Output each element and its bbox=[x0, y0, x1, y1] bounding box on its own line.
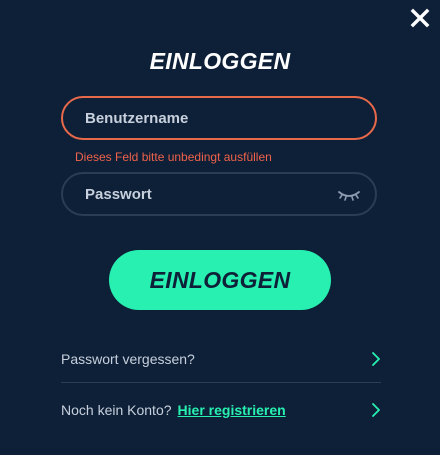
username-error-message: Dieses Feld bitte unbedingt ausfüllen bbox=[75, 150, 272, 164]
login-title: EINLOGGEN bbox=[149, 48, 291, 74]
username-field-wrapper bbox=[61, 96, 377, 140]
password-input[interactable] bbox=[63, 174, 375, 214]
eye-closed-icon[interactable] bbox=[337, 186, 361, 204]
close-icon[interactable] bbox=[410, 8, 430, 28]
login-button[interactable]: EINLOGGEN bbox=[109, 250, 331, 310]
register-link[interactable]: Hier registrieren bbox=[178, 402, 286, 418]
login-modal: EINLOGGEN Dieses Feld bitte unbedingt au… bbox=[0, 0, 440, 455]
forgot-password-row[interactable]: Passwort vergessen? bbox=[61, 344, 381, 374]
divider bbox=[61, 382, 381, 383]
username-input[interactable] bbox=[63, 98, 375, 138]
register-row: Noch kein Konto? Hier registrieren bbox=[61, 395, 381, 425]
chevron-right-icon[interactable] bbox=[371, 403, 381, 417]
forgot-password-label: Passwort vergessen? bbox=[61, 351, 195, 367]
no-account-label: Noch kein Konto? bbox=[61, 402, 172, 418]
register-text: Noch kein Konto? Hier registrieren bbox=[61, 402, 286, 418]
chevron-right-icon bbox=[372, 352, 380, 366]
password-field-wrapper bbox=[61, 172, 377, 216]
